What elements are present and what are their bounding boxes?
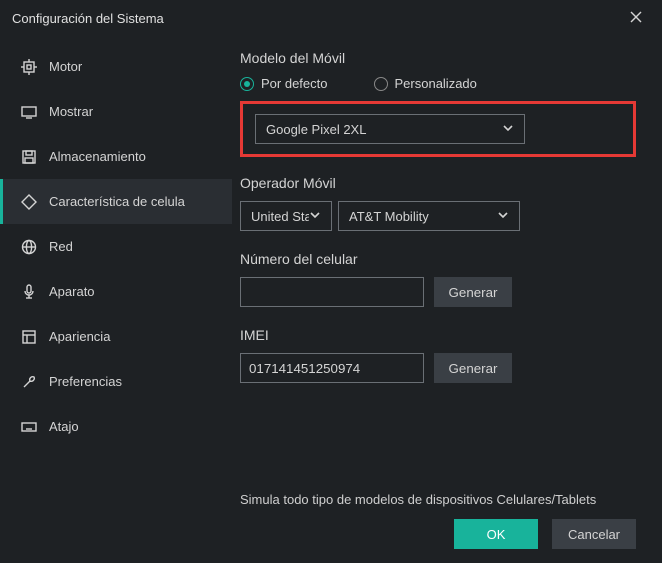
chevron-down-icon — [497, 209, 509, 224]
microphone-icon — [21, 284, 37, 300]
sidebar-item-caracteristica[interactable]: Característica de celula — [0, 179, 232, 224]
description-text: Simula todo tipo de modelos de dispositi… — [240, 492, 596, 507]
main-panel: Modelo del Móvil Por defecto Personaliza… — [232, 36, 662, 563]
model-highlight-box: Google Pixel 2XL — [240, 101, 636, 157]
keyboard-icon — [21, 419, 37, 435]
close-button[interactable] — [622, 4, 650, 32]
model-select-value: Google Pixel 2XL — [266, 122, 366, 137]
sidebar-item-label: Preferencias — [49, 374, 122, 389]
sidebar-item-mostrar[interactable]: Mostrar — [0, 89, 232, 134]
layout-icon — [21, 329, 37, 345]
sidebar-item-preferencias[interactable]: Preferencias — [0, 359, 232, 404]
wrench-icon — [21, 374, 37, 390]
radio-default[interactable]: Por defecto — [240, 76, 328, 91]
model-select[interactable]: Google Pixel 2XL — [255, 114, 525, 144]
sidebar-item-almacenamiento[interactable]: Almacenamiento — [0, 134, 232, 179]
sidebar-item-label: Atajo — [49, 419, 79, 434]
titlebar: Configuración del Sistema — [0, 0, 662, 36]
sidebar-item-aparato[interactable]: Aparato — [0, 269, 232, 314]
display-icon — [21, 104, 37, 120]
ok-button[interactable]: OK — [454, 519, 538, 549]
cpu-icon — [21, 59, 37, 75]
radio-custom-label: Personalizado — [395, 76, 477, 91]
generate-imei-button[interactable]: Generar — [434, 353, 512, 383]
radio-custom[interactable]: Personalizado — [374, 76, 477, 91]
sidebar-item-label: Mostrar — [49, 104, 93, 119]
model-radio-group: Por defecto Personalizado — [240, 76, 636, 91]
imei-section-label: IMEI — [240, 327, 636, 343]
sidebar-item-label: Motor — [49, 59, 82, 74]
window-title: Configuración del Sistema — [12, 11, 164, 26]
carrier-select[interactable]: AT&T Mobility — [338, 201, 520, 231]
country-select-value: United States — [251, 209, 309, 224]
save-icon — [21, 149, 37, 165]
carrier-section-label: Operador Móvil — [240, 175, 636, 191]
sidebar-item-motor[interactable]: Motor — [0, 44, 232, 89]
country-select[interactable]: United States — [240, 201, 332, 231]
chevron-down-icon — [309, 209, 321, 224]
imei-input[interactable] — [240, 353, 424, 383]
sidebar-item-red[interactable]: Red — [0, 224, 232, 269]
model-section-label: Modelo del Móvil — [240, 50, 636, 66]
sidebar-item-apariencia[interactable]: Apariencia — [0, 314, 232, 359]
sidebar-item-label: Almacenamiento — [49, 149, 146, 164]
radio-default-label: Por defecto — [261, 76, 328, 91]
sidebar-item-label: Red — [49, 239, 73, 254]
phone-section-label: Número del celular — [240, 251, 636, 267]
sidebar-item-label: Característica de celula — [49, 194, 185, 209]
radio-dot-icon — [240, 77, 254, 91]
sidebar-item-label: Apariencia — [49, 329, 110, 344]
generate-phone-button[interactable]: Generar — [434, 277, 512, 307]
cancel-button[interactable]: Cancelar — [552, 519, 636, 549]
globe-icon — [21, 239, 37, 255]
carrier-select-value: AT&T Mobility — [349, 209, 429, 224]
sidebar-item-atajo[interactable]: Atajo — [0, 404, 232, 449]
close-icon — [630, 11, 642, 26]
chevron-down-icon — [502, 122, 514, 137]
sidebar-item-label: Aparato — [49, 284, 95, 299]
footer-buttons: OK Cancelar — [454, 519, 636, 549]
phone-input[interactable] — [240, 277, 424, 307]
sidebar: Motor Mostrar Almacenamiento Característ… — [0, 36, 232, 563]
tag-icon — [21, 194, 37, 210]
radio-dot-icon — [374, 77, 388, 91]
